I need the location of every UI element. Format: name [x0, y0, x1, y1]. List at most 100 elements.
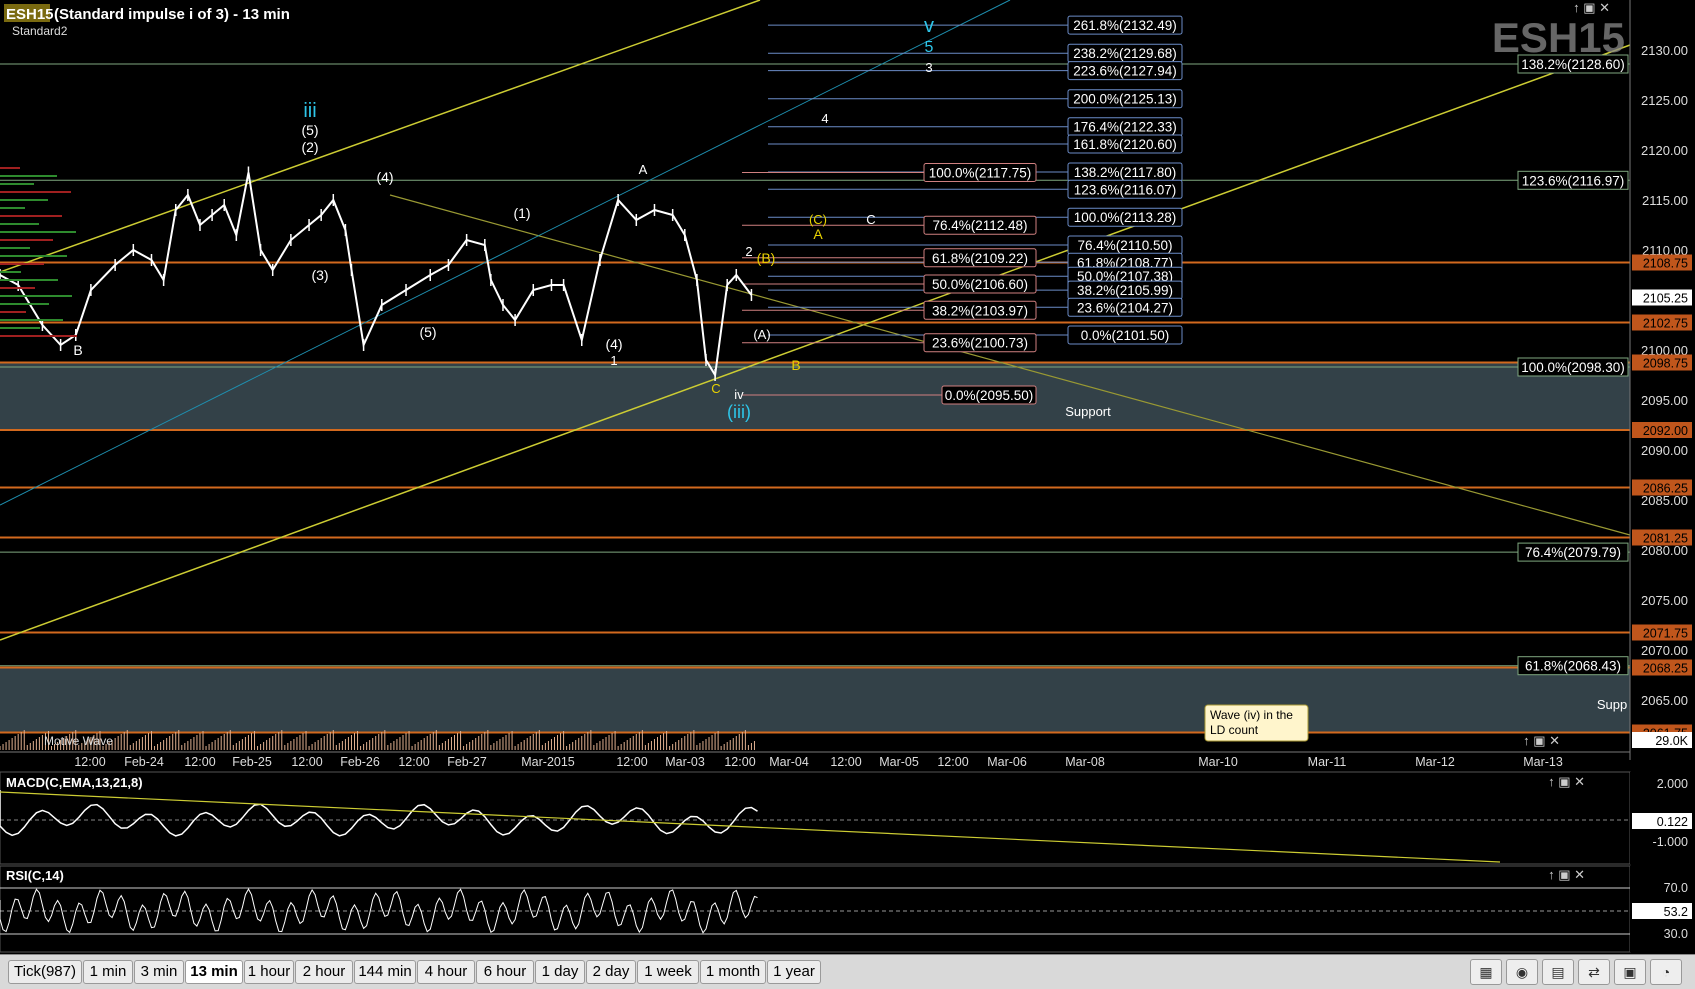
- rsi-axis-label: 70.0: [1664, 881, 1688, 895]
- pane-controls-icon[interactable]: ↑ ▣ ✕: [1548, 774, 1585, 789]
- note-text: Wave (iv) in the: [1210, 708, 1293, 722]
- price-tick-label: 2095.00: [1641, 393, 1688, 408]
- wave-label: C: [711, 381, 720, 396]
- wave-label: 1: [610, 353, 617, 368]
- x-tick-label: 12:00: [74, 755, 105, 769]
- level-marker-label: 2108.75: [1643, 257, 1688, 271]
- wave-label: (4): [605, 336, 622, 352]
- x-tick-label: 12:00: [616, 755, 647, 769]
- interval-tab[interactable]: 1 day: [535, 960, 585, 984]
- x-tick-label: Feb-25: [232, 755, 272, 769]
- interval-tab[interactable]: 6 hour: [476, 960, 534, 984]
- x-tick-label: 12:00: [724, 755, 755, 769]
- wave-label: (5): [301, 122, 318, 138]
- x-tick-label: 12:00: [291, 755, 322, 769]
- level-marker-label: 2068.25: [1643, 662, 1688, 676]
- wave-label: (3): [311, 267, 328, 283]
- fib-a-label: 100.0%(2117.75): [929, 166, 1032, 181]
- interval-tab[interactable]: 3 min: [134, 960, 184, 984]
- interval-tab[interactable]: 1 min: [83, 960, 133, 984]
- x-tick-label: Mar-04: [769, 755, 809, 769]
- clock-icon[interactable]: ◔: [1650, 959, 1682, 985]
- wave-label: iv: [734, 387, 744, 402]
- x-tick-label: Mar-05: [879, 755, 919, 769]
- x-tick-label: Mar-12: [1415, 755, 1455, 769]
- fib-b-label: 161.8%(2120.60): [1073, 137, 1177, 152]
- price-tick-label: 2075.00: [1641, 593, 1688, 608]
- wave-label: (5): [419, 324, 436, 340]
- chart-icon[interactable]: ▦: [1470, 959, 1502, 985]
- interval-tab[interactable]: 4 hour: [417, 960, 475, 984]
- fib-a-label: 50.0%(2106.60): [932, 277, 1028, 292]
- fib-far-label: 76.4%(2079.79): [1525, 545, 1621, 560]
- chart-title: (Standard impulse i of 3) - 13 min: [54, 6, 290, 23]
- price-tick-label: 2090.00: [1641, 443, 1688, 458]
- wave-label: 2: [745, 244, 752, 259]
- fib-b-label: 261.8%(2132.49): [1073, 18, 1177, 33]
- wave-label: (1): [513, 205, 530, 221]
- support-label: Support: [1065, 404, 1111, 419]
- x-tick-label: 12:00: [184, 755, 215, 769]
- x-tick-label: 12:00: [398, 755, 429, 769]
- chart-symbol: ESH15: [6, 6, 54, 23]
- support-label: Supp: [1597, 697, 1627, 712]
- wave-label: C: [866, 212, 875, 227]
- x-tick-label: Mar-08: [1065, 755, 1105, 769]
- fib-far-label: 100.0%(2098.30): [1521, 360, 1625, 375]
- interval-tab[interactable]: 2 day: [586, 960, 636, 984]
- fib-b-label: 138.2%(2117.80): [1074, 165, 1177, 180]
- fib-far-label: 138.2%(2128.60): [1521, 57, 1625, 72]
- pane-controls-icon[interactable]: ↑ ▣ ✕: [1548, 867, 1585, 882]
- fib-a-label: 0.0%(2095.50): [945, 388, 1034, 403]
- calendar-icon[interactable]: ▣: [1614, 959, 1646, 985]
- exchange-icon[interactable]: ⇄: [1578, 959, 1610, 985]
- macd-pane: [0, 771, 1631, 865]
- level-marker-label: 2081.25: [1643, 532, 1688, 546]
- level-marker-label: 2098.75: [1643, 357, 1688, 371]
- fib-a-label: 38.2%(2103.97): [932, 303, 1028, 318]
- layers-icon[interactable]: ▤: [1542, 959, 1574, 985]
- x-tick-label: Feb-26: [340, 755, 380, 769]
- x-tick-label: Mar-13: [1523, 755, 1563, 769]
- support-zone: [0, 667, 1630, 733]
- interval-tab[interactable]: 1 year: [767, 960, 821, 984]
- wave-label: 4: [821, 111, 828, 126]
- interval-tab[interactable]: 144 min: [354, 960, 416, 984]
- price-tick-label: 2125.00: [1641, 93, 1688, 108]
- fib-b-label: 123.6%(2116.07): [1074, 182, 1177, 197]
- fib-far-label: 123.6%(2116.97): [1522, 173, 1625, 188]
- wave-label: (C): [809, 212, 827, 227]
- annotation-label: Motive Wave: [44, 734, 113, 748]
- interval-tab[interactable]: 2 hour: [295, 960, 353, 984]
- fib-a-label: 23.6%(2100.73): [932, 336, 1028, 351]
- wave-label: B: [791, 357, 800, 373]
- fib-b-label: 200.0%(2125.13): [1073, 92, 1177, 107]
- interval-tab[interactable]: 1 week: [637, 960, 699, 984]
- macd-axis-label: 0.122: [1657, 815, 1688, 829]
- x-tick-label: Mar-10: [1198, 755, 1238, 769]
- fib-b-label: 38.2%(2105.99): [1077, 283, 1173, 298]
- pane-controls-icon[interactable]: ↑ ▣ ✕: [1573, 0, 1610, 15]
- interval-tab[interactable]: 1 hour: [244, 960, 294, 984]
- wave-label: A: [813, 226, 823, 242]
- x-tick-label: Mar-11: [1308, 755, 1347, 769]
- interval-tab[interactable]: 1 month: [700, 960, 766, 984]
- pane-controls-icon[interactable]: ↑ ▣ ✕: [1523, 733, 1560, 748]
- wave-label: (B): [757, 250, 776, 266]
- interval-tab[interactable]: Tick(987): [8, 960, 82, 984]
- x-tick-label: Mar-03: [665, 755, 705, 769]
- eye-icon[interactable]: ◉: [1506, 959, 1538, 985]
- fib-b-label: 238.2%(2129.68): [1073, 46, 1177, 61]
- fib-b-label: 76.4%(2110.50): [1077, 238, 1172, 253]
- fib-a-label: 76.4%(2112.48): [932, 218, 1027, 233]
- macd-axis-label: 2.000: [1657, 777, 1688, 791]
- x-tick-label: Mar-06: [987, 755, 1027, 769]
- wave-label: 5: [925, 39, 934, 56]
- trend-line-upper: [0, 0, 761, 273]
- interval-tab[interactable]: 13 min: [185, 960, 243, 984]
- wave-label: B: [73, 342, 82, 358]
- level-marker-label: 2071.75: [1643, 627, 1688, 641]
- price-tick-label: 2065.00: [1641, 693, 1688, 708]
- wave-label: A: [639, 162, 648, 177]
- macd-label: MACD(C,EMA,13,21,8): [6, 775, 143, 790]
